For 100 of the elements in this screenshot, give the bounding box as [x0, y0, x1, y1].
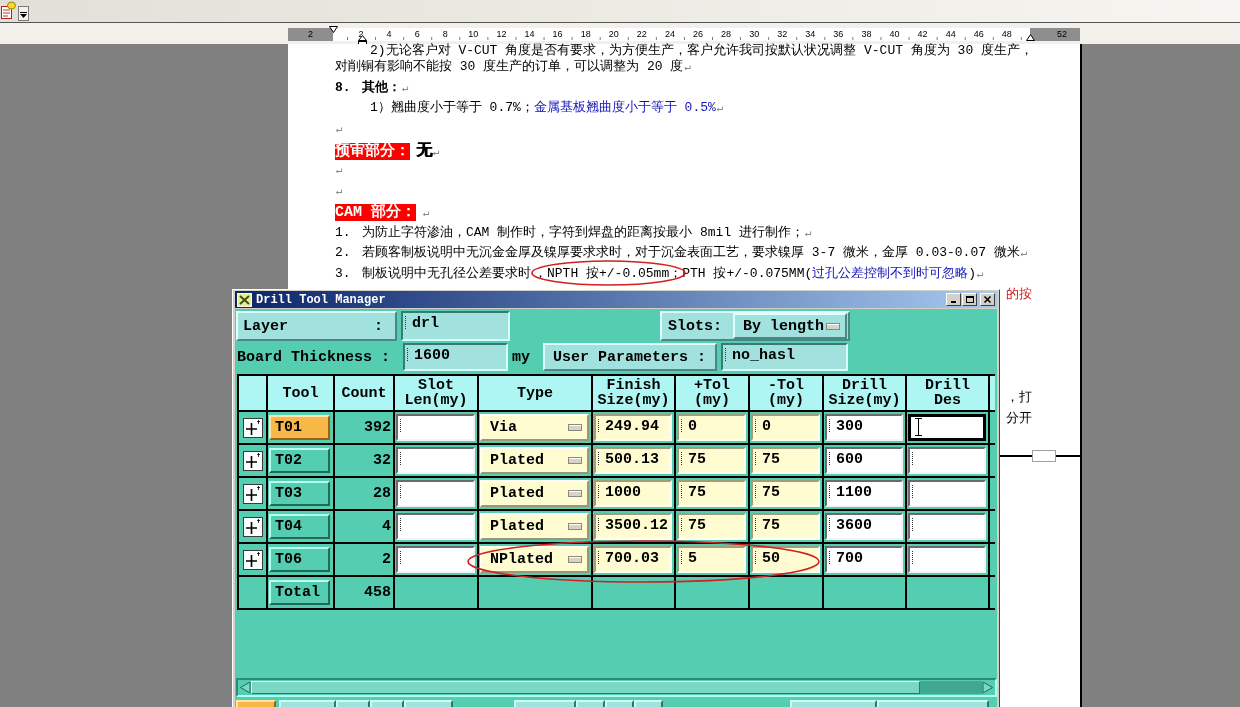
drill-size-field[interactable]: 600: [825, 447, 903, 474]
drill-description-field[interactable]: [908, 513, 986, 540]
right-arrow-icon[interactable]: [982, 681, 994, 694]
tool-button[interactable]: T03: [269, 481, 330, 506]
left-arrow-icon[interactable]: [239, 681, 251, 694]
total-button[interactable]: Total: [269, 580, 330, 605]
dialog-button[interactable]: [336, 700, 370, 707]
dropdown-indicator-icon: [568, 556, 582, 563]
column-header: +Tol (my): [676, 376, 748, 410]
ruler-number: 32: [776, 28, 789, 41]
type-dropdown[interactable]: Plated: [480, 447, 589, 474]
ruler-number: 44: [944, 28, 957, 41]
list-item: 2)无论客户对 V-CUT 角度是否有要求，为方便生产，客户允许我司按默认状况调整 V-CUT 角度为 30 度生产，: [369, 44, 1035, 57]
ruler-number: 4: [385, 28, 393, 41]
layer-button[interactable]: Layer :: [236, 311, 397, 341]
finish-size-field[interactable]: 700.03: [594, 546, 672, 573]
toolbar-options-button[interactable]: [18, 6, 29, 21]
finish-size-field[interactable]: 500.13: [594, 447, 672, 474]
dialog-button[interactable]: [236, 700, 276, 707]
slot-length-field[interactable]: [396, 414, 475, 441]
type-dropdown[interactable]: NPlated: [480, 546, 589, 573]
dialog-button[interactable]: [576, 700, 605, 707]
plus-tolerance-field[interactable]: 75: [677, 480, 746, 507]
close-button[interactable]: [980, 293, 995, 306]
plus-icon[interactable]: [242, 549, 263, 570]
type-dropdown[interactable]: Plated: [480, 480, 589, 507]
user-parameters-field[interactable]: no_hasl: [721, 343, 848, 371]
minus-tolerance-field[interactable]: 75: [751, 480, 820, 507]
drill-size-field[interactable]: 1100: [825, 480, 903, 507]
maximize-button[interactable]: [962, 293, 977, 306]
dialog-button[interactable]: [279, 700, 336, 707]
count-value: 392: [364, 419, 391, 436]
dialog-button[interactable]: [514, 700, 576, 707]
section-title: CAM 部分： ↵: [335, 202, 431, 223]
type-dropdown[interactable]: Plated: [480, 513, 589, 540]
minimize-button[interactable]: [946, 293, 961, 306]
section-heading: 8. 其他：↵: [335, 78, 410, 97]
slots-dropdown[interactable]: By length: [733, 313, 847, 339]
column-header: Slot Len(my): [395, 376, 477, 410]
tool-button[interactable]: T04: [269, 514, 330, 539]
unit-label: my: [511, 348, 531, 366]
drill-description-field[interactable]: [908, 414, 986, 441]
indent-marker-icon[interactable]: [1026, 34, 1035, 41]
tool-button[interactable]: T06: [269, 547, 330, 572]
drill-description-field[interactable]: [908, 480, 986, 507]
count-value: 32: [373, 452, 391, 469]
dialog-button[interactable]: [605, 700, 634, 707]
plus-icon[interactable]: [242, 450, 263, 471]
dialog-button[interactable]: [370, 700, 404, 707]
finish-size-field[interactable]: 3500.12: [594, 513, 672, 540]
plus-tolerance-field[interactable]: 0: [677, 414, 746, 441]
minus-tolerance-field[interactable]: 75: [751, 447, 820, 474]
ruler-number: 40: [888, 28, 901, 41]
dialog-button[interactable]: [404, 700, 453, 707]
minus-tolerance-field[interactable]: 75: [751, 513, 820, 540]
slot-length-field[interactable]: [396, 480, 475, 507]
window-title: Drill Tool Manager: [256, 292, 387, 307]
minus-tolerance-field[interactable]: 0: [751, 414, 820, 441]
dialog-button[interactable]: [634, 700, 663, 707]
ruler-number: 30: [748, 28, 761, 41]
column-header: Count: [335, 376, 393, 410]
text-fragment: ，打: [1006, 389, 1032, 408]
count-value: 28: [373, 485, 391, 502]
indent-marker-icon[interactable]: [329, 26, 338, 33]
ruler-number: 46: [972, 28, 985, 41]
layer-field[interactable]: drl: [401, 311, 510, 341]
plus-icon[interactable]: [242, 417, 263, 438]
finish-size-field[interactable]: 1000: [594, 480, 672, 507]
drill-description-field[interactable]: [908, 546, 986, 573]
column-header: Drill Size(my): [824, 376, 905, 410]
minus-tolerance-field[interactable]: 50: [751, 546, 820, 573]
slot-length-field[interactable]: [396, 546, 475, 573]
plus-tolerance-field[interactable]: 75: [677, 447, 746, 474]
list-item: 2. 若顾客制板说明中无沉金金厚及镍厚要求求时，对于沉金表面工艺，要求镍厚 3-7 微米，金厚 0.03-0.07 微米↵: [335, 244, 1029, 263]
ruler-number: 12: [495, 28, 508, 41]
drill-description-field[interactable]: [908, 447, 986, 474]
user-parameters-button[interactable]: User Parameters :: [543, 343, 717, 371]
tool-button[interactable]: T02: [269, 448, 330, 473]
horizontal-scrollbar[interactable]: [236, 678, 997, 697]
finish-size-field[interactable]: 249.94: [594, 414, 672, 441]
drill-size-field[interactable]: 3600: [825, 513, 903, 540]
ruler-number: 48: [1000, 28, 1013, 41]
column-header: Drill Des: [907, 376, 988, 410]
column-header: -Tol (my): [750, 376, 822, 410]
total-count: 458: [364, 584, 391, 601]
slot-length-field[interactable]: [396, 447, 475, 474]
plus-icon[interactable]: [242, 516, 263, 537]
type-dropdown[interactable]: Via: [480, 414, 589, 441]
document-icon[interactable]: [0, 1, 16, 19]
plus-tolerance-field[interactable]: 5: [677, 546, 746, 573]
drill-size-field[interactable]: 300: [825, 414, 903, 441]
plus-tolerance-field[interactable]: 75: [677, 513, 746, 540]
table-handle-icon[interactable]: [1032, 450, 1056, 462]
plus-icon[interactable]: [242, 483, 263, 504]
crossed-square-icon: [237, 292, 252, 307]
board-thickness-field[interactable]: 1600: [403, 343, 508, 371]
list-item: 1. 为防止字符渗油，CAM 制作时，字符到焊盘的距离按最小 8mil 进行制作；↵: [335, 223, 813, 242]
tool-button[interactable]: T01: [269, 415, 330, 440]
drill-size-field[interactable]: 700: [825, 546, 903, 573]
slot-length-field[interactable]: [396, 513, 475, 540]
